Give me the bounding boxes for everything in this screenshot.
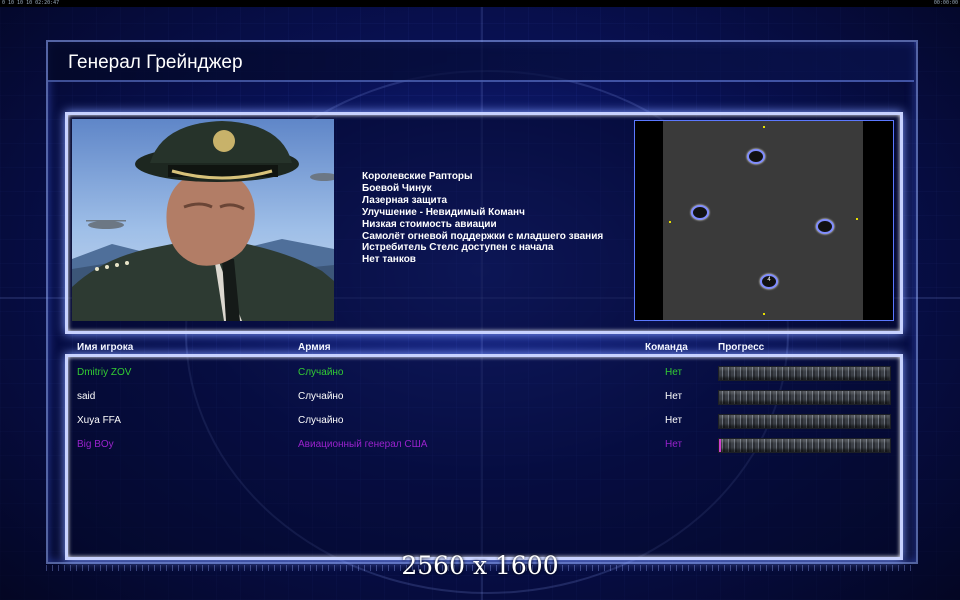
- player-team: Нет: [665, 439, 683, 450]
- feature-item: Королевские Рапторы: [362, 171, 473, 182]
- player-name: said: [77, 391, 96, 402]
- status-strip: 0 10 10 10 02:20:47 00:00:00: [0, 0, 960, 7]
- player-army: Случайно: [298, 367, 344, 378]
- player-progress-bar: [718, 390, 891, 405]
- player-name: Xuya FFA: [77, 415, 121, 426]
- column-header-team: Команда: [645, 342, 688, 353]
- player-team: Нет: [665, 415, 683, 426]
- start-position: [747, 149, 765, 164]
- status-right: 00:00:00: [933, 0, 958, 6]
- map-marker: [856, 218, 858, 220]
- status-left: 0 10 10 10 02:20:47: [2, 0, 60, 6]
- resolution-label: 2560 x 1600: [401, 551, 559, 580]
- feature-item: Лазерная защита: [362, 194, 448, 206]
- feature-item: Самолёт огневой поддержки с младшего зва…: [362, 230, 604, 242]
- general-title: Генерал Грейнджер: [68, 52, 243, 73]
- general-portrait-image: [72, 121, 334, 321]
- player-name: Dmitriy ZOV: [77, 367, 132, 378]
- player-progress-bar: [718, 438, 891, 453]
- player-progress-bar: [718, 414, 891, 429]
- player-army: Случайно: [298, 391, 344, 402]
- column-header-name: Имя игрока: [77, 342, 134, 353]
- start-position-label: 4: [767, 277, 771, 283]
- player-team: Нет: [665, 391, 683, 402]
- player-army: Случайно: [298, 415, 344, 426]
- feature-item: Истребитель Стелс доступен с начала: [362, 242, 554, 254]
- player-name: Big BOy: [77, 439, 114, 450]
- start-position: [816, 219, 834, 234]
- general-portrait: [72, 119, 334, 321]
- player-army: Авиационный генерал США: [298, 439, 428, 450]
- general-features: Королевские Рапторы Боевой Чинук Лазерна…: [362, 171, 603, 266]
- start-position: 4: [760, 274, 778, 289]
- players-panel: [65, 354, 903, 560]
- feature-item: Боевой Чинук: [362, 182, 432, 194]
- map-marker: [763, 126, 765, 128]
- progress-fill: [719, 439, 721, 452]
- feature-item: Нет танков: [362, 254, 416, 266]
- player-progress-bar: [718, 366, 891, 381]
- minimap: 4: [634, 120, 894, 321]
- column-header-progress: Прогресс: [718, 342, 765, 353]
- feature-item: Низкая стоимость авиации: [362, 218, 497, 230]
- column-header-army: Армия: [298, 342, 331, 353]
- feature-item: Улучшение - Невидимый Команч: [362, 206, 525, 218]
- map-marker: [763, 313, 765, 315]
- start-position: [691, 205, 709, 220]
- player-team: Нет: [665, 367, 683, 378]
- map-marker: [669, 221, 671, 223]
